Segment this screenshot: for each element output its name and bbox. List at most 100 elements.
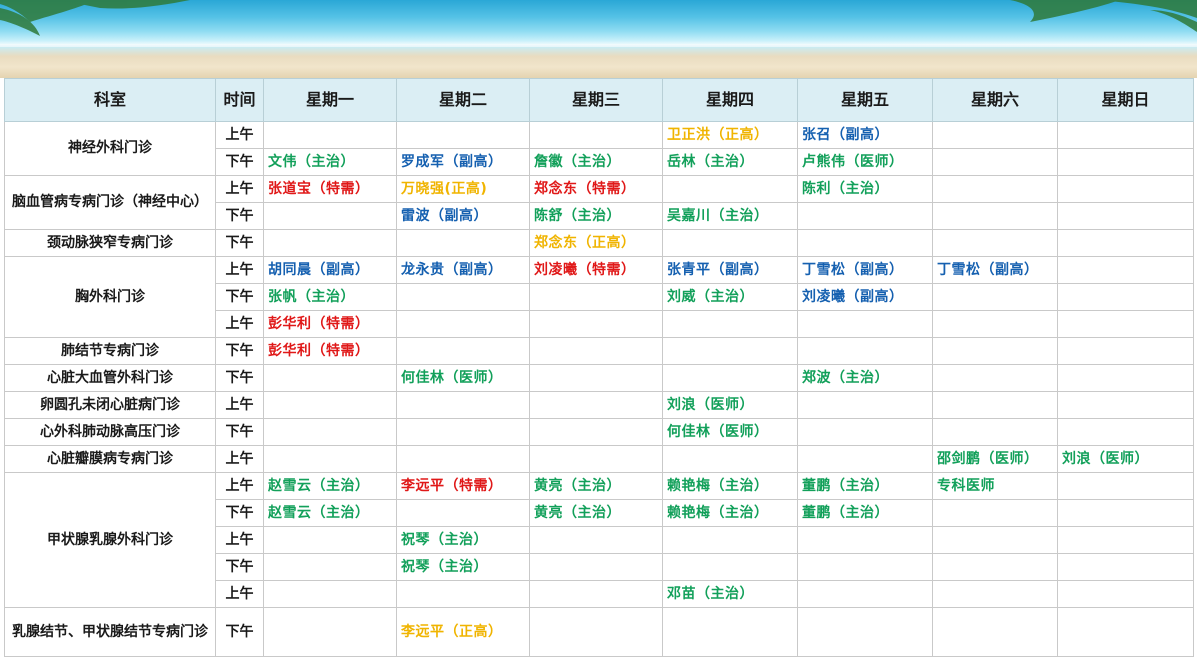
doctor-cell-sun [1057, 472, 1194, 500]
doctor-cell-sat [932, 229, 1058, 257]
session-time: 下午 [215, 499, 264, 527]
doctor-cell-sat [932, 607, 1058, 657]
doctor-cell-sat: 专科医师 [932, 472, 1058, 500]
table-row: 心脏大血管外科门诊 下午 何佳林（医师） 郑波（主治） [4, 364, 1194, 392]
table-row: 卵圆孔未闭心脏病门诊 上午 刘浪（医师） [4, 391, 1194, 419]
doctor-cell-tue [396, 418, 530, 446]
doctor-cell-wed [529, 121, 663, 149]
doctor-cell-sat [932, 283, 1058, 311]
session-time: 下午 [215, 202, 264, 230]
doctor-cell-fri: 郑波（主治） [797, 364, 933, 392]
doctor-cell-tue [396, 310, 530, 338]
doctor-cell-mon [263, 607, 397, 657]
doctor-cell-mon [263, 418, 397, 446]
session-time: 上午 [215, 472, 264, 500]
doctor-cell-sat [932, 175, 1058, 203]
doctor-cell-mon [263, 580, 397, 608]
department-name: 心脏大血管外科门诊 [4, 364, 216, 392]
doctor-cell-wed [529, 607, 663, 657]
doctor-cell-tue [396, 337, 530, 365]
doctor-cell-tue: 祝琴（主治） [396, 526, 530, 554]
table-row: 胸外科门诊 上午 胡同晨（副高） 龙永贵（副高） 刘凌曦（特需） 张青平（副高） 丁雪松（副… [4, 256, 1194, 338]
doctor-cell-mon [263, 445, 397, 473]
doctor-cell-thu [662, 445, 798, 473]
department-name: 心脏瓣膜病专病门诊 [4, 445, 216, 473]
session-time: 上午 [215, 445, 264, 473]
doctor-cell-fri: 董鹏（主治） [797, 499, 933, 527]
doctor-cell-tue [396, 445, 530, 473]
table-row: 颈动脉狭窄专病门诊 下午 郑念东（正高） [4, 229, 1194, 257]
doctor-cell-mon [263, 364, 397, 392]
doctor-cell-sat [932, 499, 1058, 527]
doctor-cell-sat [932, 526, 1058, 554]
beach-banner [0, 0, 1197, 78]
table-row: 脑血管病专病门诊（神经中心） 上午 张道宝（特需） 万晓强(正高) 郑念东（特需） 陈利（… [4, 175, 1194, 230]
doctor-cell-thu: 刘威（主治） [662, 283, 798, 311]
department-name: 脑血管病专病门诊（神经中心） [4, 175, 216, 230]
doctor-cell-thu: 何佳林（医师） [662, 418, 798, 446]
doctor-cell-fri [797, 607, 933, 657]
doctor-cell-wed [529, 391, 663, 419]
doctor-cell-sat [932, 121, 1058, 149]
doctor-cell-sat [932, 418, 1058, 446]
doctor-cell-mon [263, 553, 397, 581]
doctor-cell-sun [1057, 229, 1194, 257]
doctor-cell-sun [1057, 337, 1194, 365]
doctor-cell-sat: 丁雪松（副高） [932, 256, 1058, 284]
doctor-cell-thu: 吴嘉川（主治） [662, 202, 798, 230]
doctor-cell-tue [396, 580, 530, 608]
doctor-cell-wed: 黄亮（主治） [529, 472, 663, 500]
doctor-cell-thu: 赖艳梅（主治） [662, 472, 798, 500]
doctor-cell-thu [662, 364, 798, 392]
doctor-cell-tue [396, 283, 530, 311]
doctor-cell-tue: 李远平（正高） [396, 607, 530, 657]
doctor-cell-mon: 彭华利（特需） [263, 310, 397, 338]
doctor-cell-mon [263, 229, 397, 257]
department-name: 乳腺结节、甲状腺结节专病门诊 [4, 607, 216, 657]
department-name: 神经外科门诊 [4, 121, 216, 176]
session-time: 上午 [215, 310, 264, 338]
header-tue: 星期二 [396, 78, 530, 122]
table-row: 肺结节专病门诊 下午 彭华利（特需） [4, 337, 1194, 365]
doctor-cell-wed [529, 526, 663, 554]
doctor-cell-mon: 张道宝（特需） [263, 175, 397, 203]
doctor-cell-sun [1057, 391, 1194, 419]
header-mon: 星期一 [263, 78, 397, 122]
doctor-cell-fri: 张召（副高） [797, 121, 933, 149]
doctor-cell-wed: 黄亮（主治） [529, 499, 663, 527]
header-dept: 科室 [4, 78, 216, 122]
doctor-cell-thu [662, 553, 798, 581]
session-time: 上午 [215, 580, 264, 608]
doctor-cell-wed [529, 337, 663, 365]
doctor-cell-tue [396, 121, 530, 149]
doctor-cell-fri [797, 337, 933, 365]
doctor-cell-tue: 龙永贵（副高） [396, 256, 530, 284]
header-wed: 星期三 [529, 78, 663, 122]
table-row: 乳腺结节、甲状腺结节专病门诊 下午 李远平（正高） [4, 607, 1194, 657]
session-time: 上午 [215, 175, 264, 203]
doctor-cell-wed: 郑念东（正高） [529, 229, 663, 257]
doctor-cell-thu [662, 229, 798, 257]
doctor-cell-wed: 陈舒（主治） [529, 202, 663, 230]
doctor-cell-wed [529, 310, 663, 338]
session-time: 下午 [215, 148, 264, 176]
table-row: 心脏瓣膜病专病门诊 上午 邵剑鹏（医师） 刘浪（医师） [4, 445, 1194, 473]
doctor-cell-fri [797, 445, 933, 473]
doctor-cell-mon: 张帆（主治） [263, 283, 397, 311]
department-name: 肺结节专病门诊 [4, 337, 216, 365]
header-time: 时间 [215, 78, 264, 122]
department-name: 颈动脉狭窄专病门诊 [4, 229, 216, 257]
doctor-cell-wed: 刘凌曦（特需） [529, 256, 663, 284]
doctor-cell-tue: 雷波（副高） [396, 202, 530, 230]
header-sat: 星期六 [932, 78, 1058, 122]
doctor-cell-sat [932, 202, 1058, 230]
table-row: 神经外科门诊 上午 卫正洪（正高） 张召（副高） [4, 121, 1194, 176]
session-time: 下午 [215, 283, 264, 311]
session-time: 上午 [215, 256, 264, 284]
doctor-cell-thu: 卫正洪（正高） [662, 121, 798, 149]
doctor-cell-sun [1057, 526, 1194, 554]
doctor-cell-mon [263, 391, 397, 419]
doctor-cell-sun [1057, 310, 1194, 338]
doctor-cell-fri [797, 310, 933, 338]
doctor-cell-sun [1057, 175, 1194, 203]
